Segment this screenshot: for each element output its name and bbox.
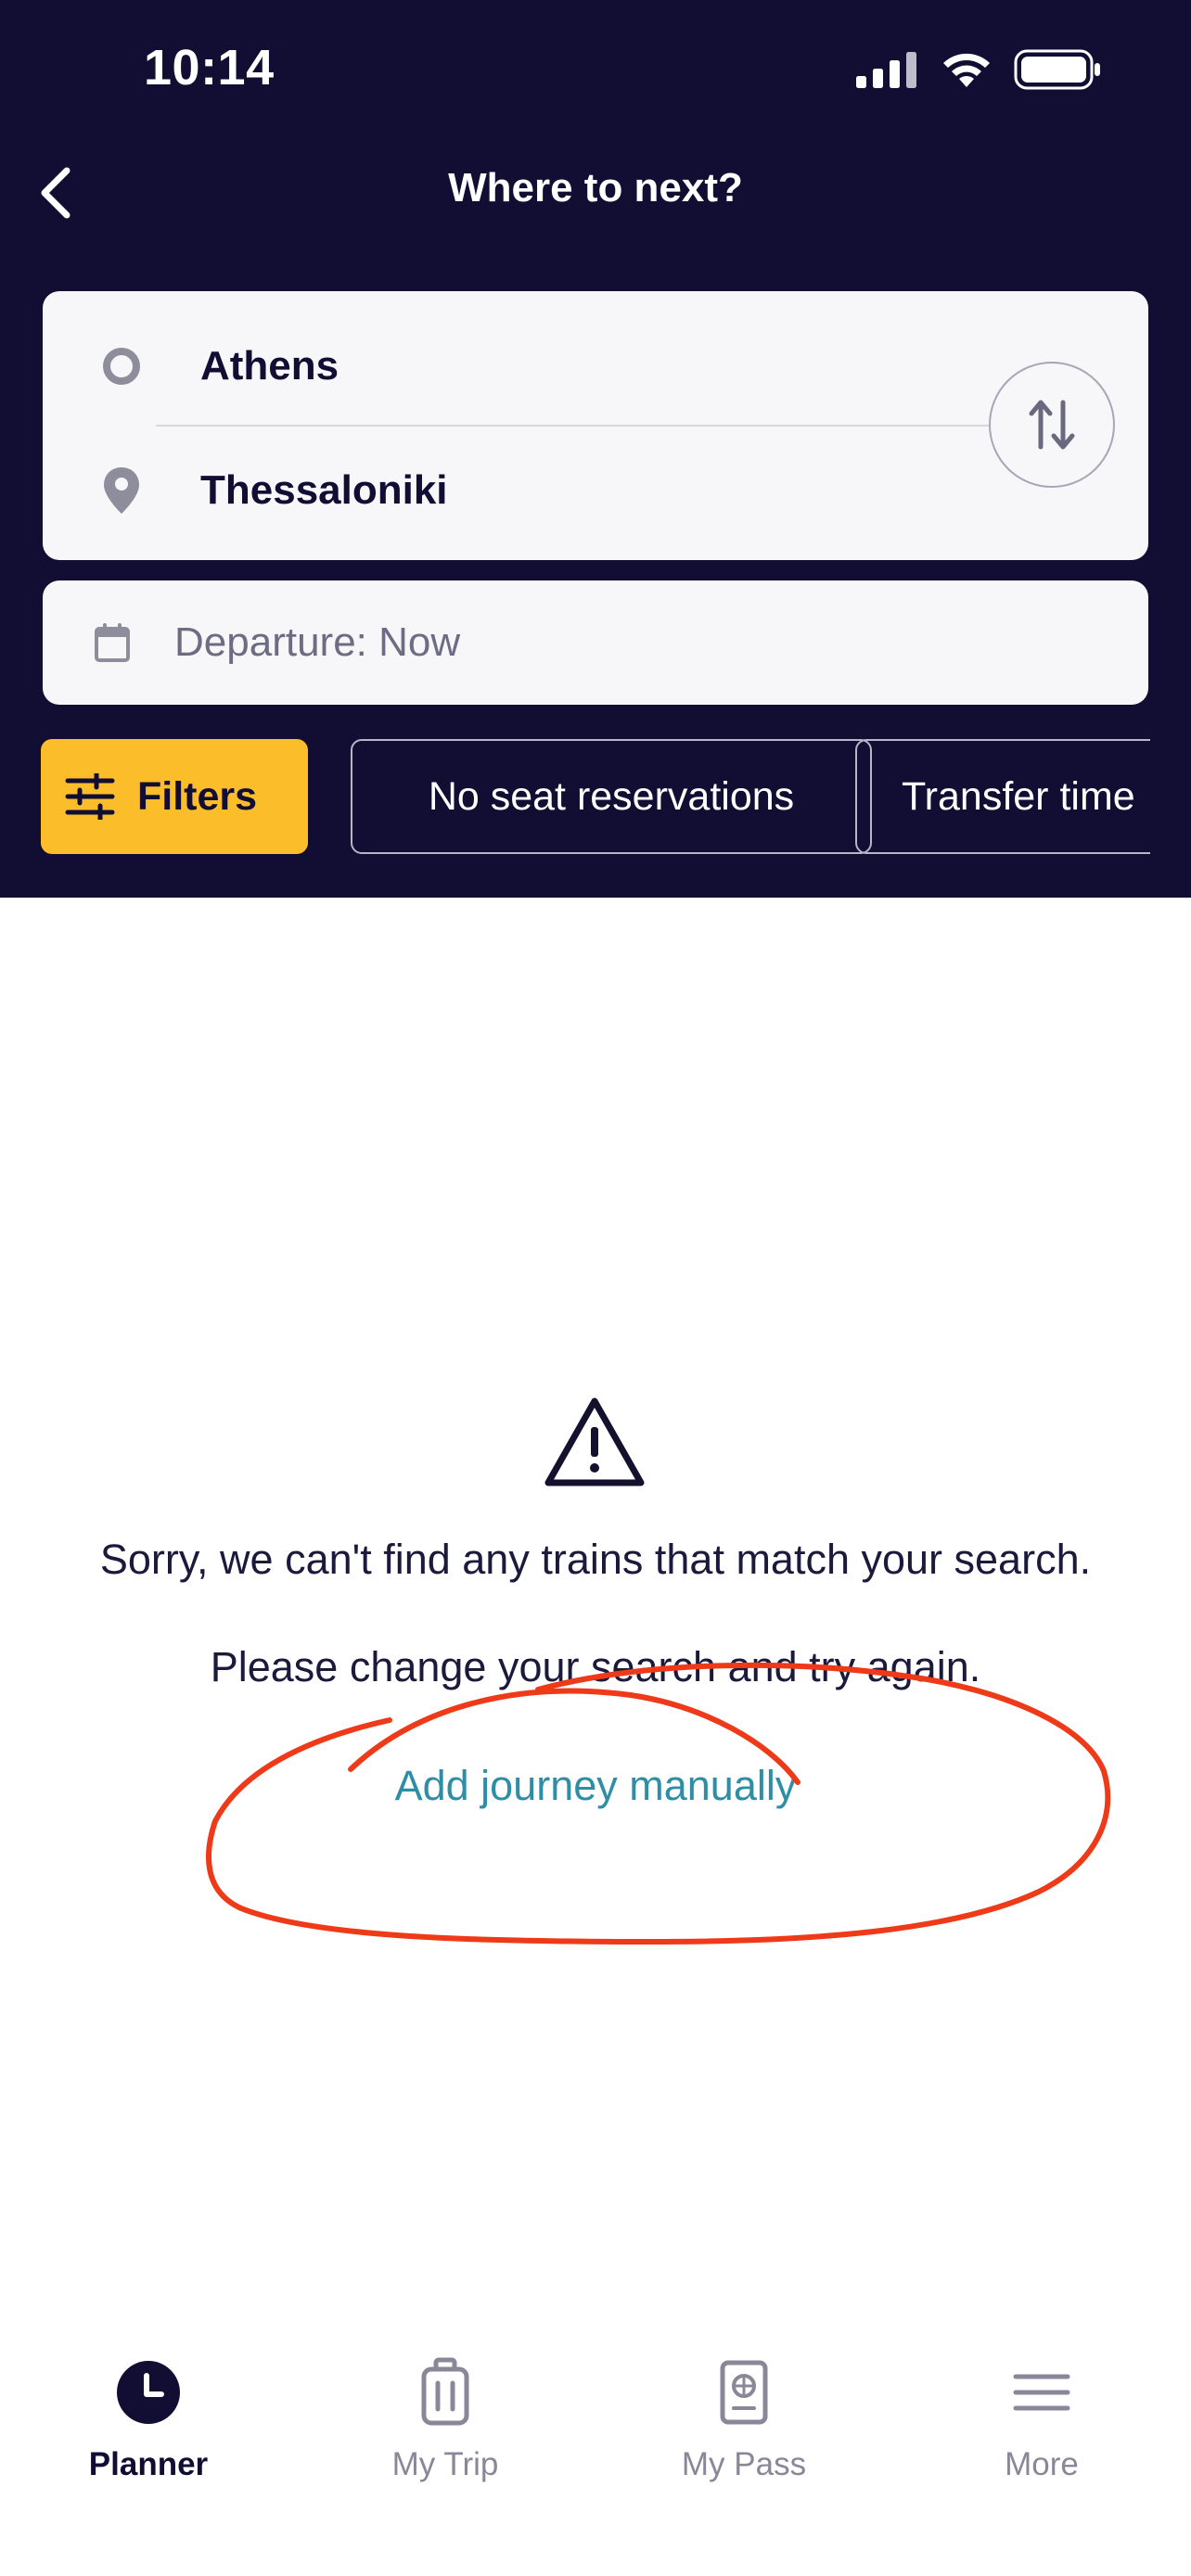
clock-icon [117, 2361, 180, 2424]
swap-button[interactable] [989, 362, 1115, 488]
tab-my-trip-label: My Trip [391, 2446, 499, 2482]
tab-bar: Planner My Trip My Pass More [0, 2337, 1191, 2576]
status-icons [856, 48, 1103, 91]
departure-field[interactable]: Departure: Now [43, 580, 1148, 705]
tab-my-trip[interactable]: My Trip [334, 2355, 557, 2483]
location-pin-icon [104, 467, 139, 514]
transfer-time-chip[interactable]: Transfer time [855, 739, 1150, 854]
tab-my-pass[interactable]: My Pass [633, 2355, 855, 2483]
calendar-icon [95, 623, 130, 662]
route-divider [156, 425, 1037, 427]
menu-icon [1013, 2374, 1070, 2411]
luggage-icon [421, 2357, 469, 2426]
destination-field[interactable]: Thessaloniki [43, 430, 1148, 551]
filters-button[interactable]: Filters [41, 739, 308, 854]
tab-more-label: More [1005, 2446, 1079, 2482]
departure-text: Departure: Now [174, 619, 461, 665]
origin-text: Athens [200, 343, 339, 389]
no-seat-reservations-chip[interactable]: No seat reservations [351, 739, 872, 854]
header-bar: 10:14 Where to next? Athens Thessaloniki… [0, 0, 1191, 898]
sliders-icon [65, 773, 115, 820]
destination-text: Thessaloniki [200, 467, 448, 513]
filter-chips: Filters No seat reservations Transfer ti… [41, 739, 1150, 858]
signal-icon [856, 52, 916, 88]
status-time: 10:14 [144, 40, 275, 96]
add-journey-manually-link[interactable]: Add journey manually [0, 1762, 1191, 1810]
page-title: Where to next? [448, 165, 743, 210]
tab-planner-label: Planner [88, 2446, 209, 2482]
route-card: Athens Thessaloniki [43, 291, 1148, 560]
wifi-icon [943, 53, 990, 87]
tab-more[interactable]: More [930, 2355, 1153, 2483]
swap-arrows-icon [1029, 400, 1075, 450]
origin-field[interactable]: Athens [43, 306, 1148, 427]
warning-icon [544, 1397, 645, 1486]
passport-icon [720, 2360, 768, 2425]
filters-label: Filters [137, 773, 258, 819]
change-search-message: Please change your search and try again. [210, 1643, 981, 1690]
tab-planner[interactable]: Planner [37, 2355, 260, 2483]
origin-circle-icon [103, 348, 140, 385]
no-results-message: Sorry, we can't find any trains that mat… [99, 1536, 1092, 1583]
tab-my-pass-label: My Pass [681, 2446, 807, 2482]
battery-icon [1014, 49, 1100, 90]
